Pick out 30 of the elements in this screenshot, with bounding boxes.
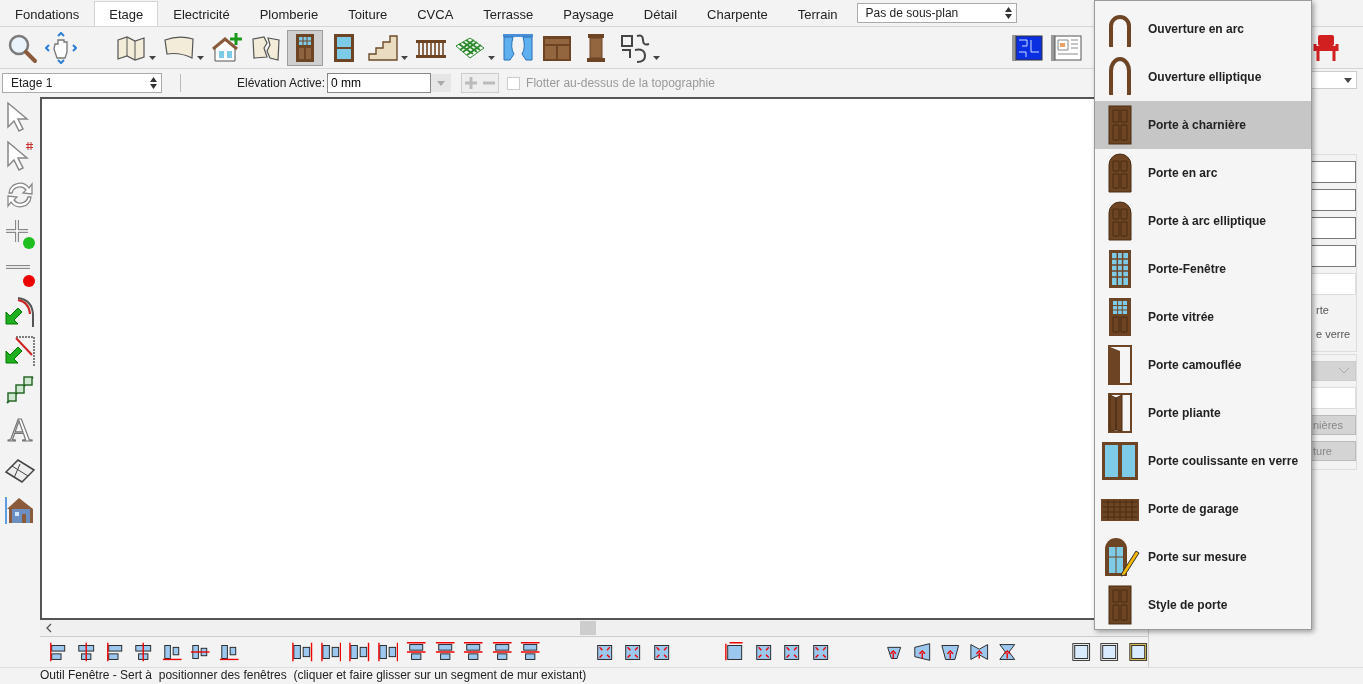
status-text: Outil Fenêtre - Sert à positionner des fenêtres (cliquer et faire glisser sur un segment de mur existant)	[0, 667, 1363, 684]
elevation-label: Elévation Active:	[237, 76, 326, 90]
menu-item[interactable]: Ouverture en arc	[1095, 5, 1311, 53]
menu-item[interactable]: Porte camouflée	[1095, 341, 1311, 389]
menu-item[interactable]: Porte à charnière	[1095, 101, 1311, 149]
elevation-field[interactable]: 0 mm	[327, 73, 432, 93]
tab[interactable]: Terrain	[782, 1, 853, 26]
checkbox-label: Flotter au-dessus de la topographie	[526, 76, 715, 90]
menu-item[interactable]: Porte en arc	[1095, 149, 1311, 197]
tab[interactable]: Etage	[94, 1, 159, 26]
subplan-select[interactable]: Pas de sous-plan	[856, 3, 1017, 23]
tab[interactable]: Plomberie	[244, 1, 334, 26]
tab[interactable]: Toiture	[333, 1, 403, 26]
tab[interactable]: Electricité	[158, 1, 245, 26]
tab[interactable]: Détail	[628, 1, 693, 26]
tab[interactable]: Terrasse	[468, 1, 549, 26]
menu-item[interactable]: Porte sur mesure	[1095, 533, 1311, 581]
menu-item[interactable]: Ouverture elliptique	[1095, 53, 1311, 101]
tab[interactable]: Charpente	[692, 1, 783, 26]
option-label: rte	[1316, 303, 1330, 318]
menu-item[interactable]: Porte vitrée	[1095, 293, 1311, 341]
menu-item[interactable]: Porte de garage	[1095, 485, 1311, 533]
tab[interactable]: CVCA	[402, 1, 469, 26]
tab[interactable]: Fondations	[0, 1, 95, 26]
floor-select[interactable]: Etage 1	[2, 73, 162, 93]
option-label: e verre	[1316, 327, 1352, 342]
tab[interactable]: Paysage	[548, 1, 629, 26]
menu-item[interactable]: Porte-Fenêtre	[1095, 245, 1311, 293]
menu-item[interactable]: Style de porte	[1095, 581, 1311, 629]
menu-item[interactable]: Porte à arc elliptique	[1095, 197, 1311, 245]
